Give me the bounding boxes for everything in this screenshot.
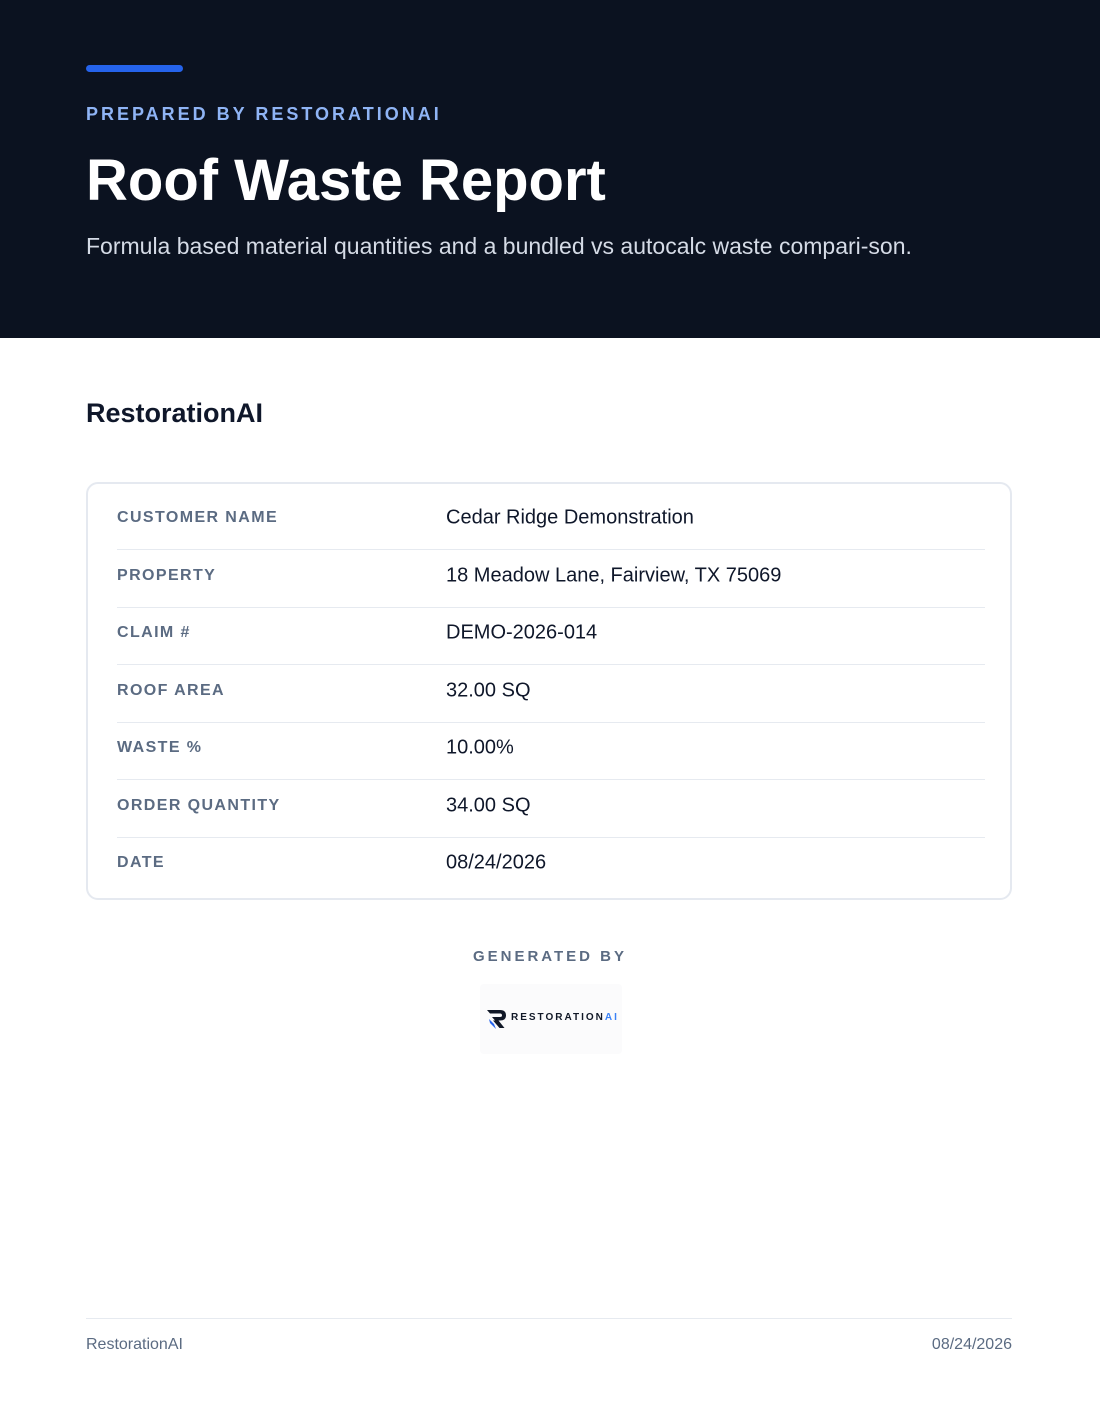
footer-company: RestorationAI (86, 1336, 183, 1353)
info-row-date: DATE 08/24/2026 (117, 837, 985, 894)
order-quantity-label: ORDER QUANTITY (117, 797, 281, 814)
report-title: Roof Waste Report (86, 148, 606, 213)
generated-by-label: GENERATED BY (472, 948, 628, 965)
order-quantity-value: 34.00 SQ (446, 794, 531, 817)
footer-date: 08/24/2026 (931, 1336, 1012, 1353)
roof-area-label: ROOF AREA (117, 682, 226, 699)
date-value: 08/24/2026 (446, 851, 547, 874)
customer-name-value: Cedar Ridge Demonstration (446, 506, 694, 529)
restorationai-r-logo-icon (487, 1010, 506, 1029)
info-row-claim: CLAIM # DEMO-2026-014 (117, 607, 985, 665)
claim-label: CLAIM # (117, 624, 191, 641)
info-row-waste-percent: WASTE % 10.00% (117, 722, 985, 780)
waste-percent-value: 10.00% (446, 736, 514, 759)
footer-divider (86, 1318, 1012, 1319)
company-name: RestorationAI (86, 398, 264, 428)
info-row-roof-area: ROOF AREA 32.00 SQ (117, 665, 985, 723)
info-row-order-quantity: ORDER QUANTITY 34.00 SQ (117, 780, 985, 838)
report-header: PREPARED BY RESTORATIONAI Roof Waste Rep… (0, 0, 1100, 338)
waste-percent-label: WASTE % (117, 739, 203, 756)
roof-area-value: 32.00 SQ (446, 679, 531, 702)
logo-wordmark: RESTORATIONAI (511, 1012, 619, 1023)
property-value: 18 Meadow Lane, Fairview, TX 75069 (446, 564, 782, 587)
prepared-by-label: PREPARED BY RESTORATIONAI (86, 104, 442, 124)
report-subtitle: Formula based material quantities and a … (86, 233, 912, 259)
claim-value: DEMO-2026-014 (446, 621, 598, 644)
info-row-property: PROPERTY 18 Meadow Lane, Fairview, TX 75… (117, 550, 985, 608)
report-details-card: CUSTOMER NAME Cedar Ridge Demonstration … (86, 482, 1012, 900)
property-label: PROPERTY (117, 567, 217, 584)
info-row-customer-name: CUSTOMER NAME Cedar Ridge Demonstration (117, 492, 985, 550)
restorationai-logo: RESTORATIONAI (480, 984, 622, 1054)
accent-bar (86, 65, 183, 72)
date-label: DATE (117, 854, 165, 871)
customer-name-label: CUSTOMER NAME (117, 509, 279, 526)
